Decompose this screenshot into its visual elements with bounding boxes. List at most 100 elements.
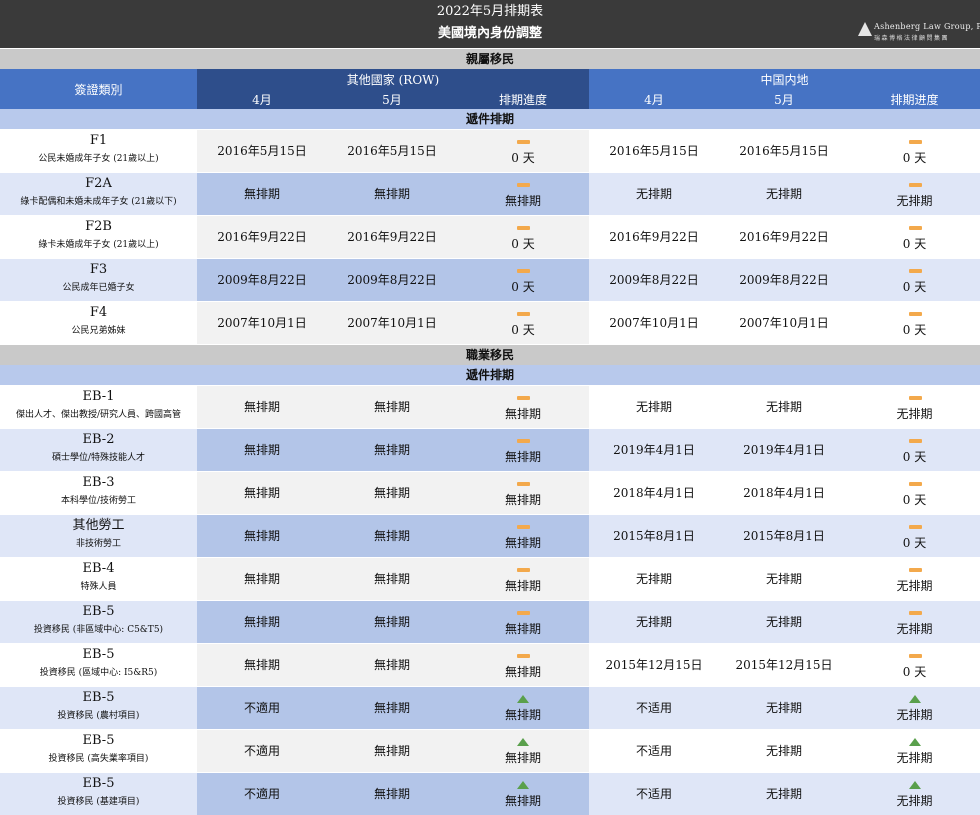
dash-icon bbox=[908, 439, 922, 443]
row-progress-text: 無排期 bbox=[504, 450, 541, 464]
cn-progress: 0 天 bbox=[849, 429, 980, 471]
row-may-value: 2016年9月22日 bbox=[347, 230, 437, 244]
visa-code: F2B bbox=[85, 219, 112, 234]
row-apr-value: 無排期 bbox=[243, 400, 280, 414]
cn-month2-label: 5月 bbox=[774, 93, 794, 107]
cn-progress: 无排期 bbox=[849, 386, 980, 428]
cn-apr-value: 2016年5月15日 bbox=[609, 144, 699, 158]
cn-group-label: 中国内地 bbox=[760, 73, 809, 87]
row-cells: 不適用 無排期 無排期 bbox=[197, 687, 589, 729]
visa-cell: F4 公民兄弟姊妹 bbox=[0, 302, 197, 344]
row-may-value: 無排期 bbox=[373, 658, 410, 672]
row-progress: 無排期 bbox=[457, 773, 589, 815]
visa-cell: EB-5 投資移民 (農村項目) bbox=[0, 687, 197, 729]
visa-cell: F2A 綠卡配偶和未婚未成年子女 (21歲以下) bbox=[0, 173, 197, 215]
row-progress-text: 無排期 bbox=[504, 708, 541, 722]
cn-progress: 0 天 bbox=[849, 472, 980, 514]
cn-progress-text: 无排期 bbox=[896, 708, 933, 722]
cn-apr-value: 无排期 bbox=[635, 615, 672, 629]
row-may-value: 無排期 bbox=[373, 615, 410, 629]
row-progress-text: 0 天 bbox=[511, 237, 535, 251]
cn-progress: 无排期 bbox=[849, 730, 980, 772]
visa-code: 其他勞工 bbox=[72, 518, 125, 533]
cn-may-value: 无排期 bbox=[765, 400, 802, 414]
visa-description: 投資移民 (非區域中心: C5&T5) bbox=[33, 625, 164, 635]
table-row: EB-5 投資移民 (農村項目) 不適用 無排期 無排期 不适用 无排期 无排期 bbox=[0, 686, 980, 729]
visa-cell: F2B 綠卡未婚成年子女 (21歲以上) bbox=[0, 216, 197, 258]
table-row: EB-4 特殊人員 無排期 無排期 無排期 无排期 无排期 无排期 bbox=[0, 557, 980, 600]
row-progress: 0 天 bbox=[457, 130, 589, 172]
cn-may-value: 2015年8月1日 bbox=[743, 529, 825, 543]
row-apr-value: 2016年9月22日 bbox=[217, 230, 307, 244]
row-progress: 0 天 bbox=[457, 216, 589, 258]
cn-cells: 2015年8月1日 2015年8月1日 0 天 bbox=[589, 515, 980, 557]
table-row: EB-5 投資移民 (高失業率項目) 不適用 無排期 無排期 不适用 无排期 无… bbox=[0, 729, 980, 772]
visa-code: EB-5 bbox=[82, 604, 115, 619]
visa-description: 綠卡配偶和未婚未成年子女 (21歲以下) bbox=[20, 197, 177, 207]
cn-progress-text: 无排期 bbox=[896, 579, 933, 593]
cn-cells: 2019年4月1日 2019年4月1日 0 天 bbox=[589, 429, 980, 471]
row-group-label: 其他國家 (ROW) bbox=[346, 73, 440, 87]
visa-cell: 其他勞工 非技術勞工 bbox=[0, 515, 197, 557]
column-group-row: 其他國家 (ROW) 4月 5月 排期進度 bbox=[197, 69, 589, 109]
dash-icon bbox=[517, 269, 530, 273]
header-bar: 2022年5月排期表 美國境內身份調整 Ashenberg Law Group,… bbox=[0, 0, 980, 48]
row-cells: 2016年9月22日 2016年9月22日 0 天 bbox=[197, 216, 589, 258]
cn-progress: 0 天 bbox=[849, 302, 980, 344]
cn-progress-text: 0 天 bbox=[902, 536, 927, 550]
row-may-value: 無排期 bbox=[373, 486, 410, 500]
table-row: EB-2 碩士學位/特殊技能人才 無排期 無排期 無排期 2019年4月1日 2… bbox=[0, 428, 980, 471]
row-progress: 無排期 bbox=[457, 601, 589, 643]
cn-apr-value: 2007年10月1日 bbox=[609, 316, 699, 330]
visa-cell: EB-5 投資移民 (基建項目) bbox=[0, 773, 197, 815]
cn-progress: 无排期 bbox=[849, 173, 980, 215]
cn-may-value: 2016年5月15日 bbox=[739, 144, 829, 158]
row-cells: 無排期 無排期 無排期 bbox=[197, 515, 589, 557]
employment-table-body: EB-1 傑出人才、傑出教授/研究人員、跨國高管 無排期 無排期 無排期 无排期… bbox=[0, 385, 980, 815]
cn-apr-value: 无排期 bbox=[635, 187, 672, 201]
cn-cells: 无排期 无排期 无排期 bbox=[589, 601, 980, 643]
dash-icon bbox=[517, 568, 530, 572]
visa-code: EB-5 bbox=[82, 733, 115, 748]
row-progress: 0 天 bbox=[457, 259, 589, 301]
section-family-title: 親屬移民 bbox=[0, 48, 980, 69]
row-progress-label: 排期進度 bbox=[498, 93, 547, 107]
row-may-value: 無排期 bbox=[373, 572, 410, 586]
row-may-value: 2009年8月22日 bbox=[347, 273, 437, 287]
visa-cell: EB-5 投資移民 (高失業率項目) bbox=[0, 730, 197, 772]
row-may-value: 無排期 bbox=[373, 187, 410, 201]
employment-subheader: 遞件排期 bbox=[0, 365, 980, 385]
cn-apr-value: 不适用 bbox=[635, 787, 672, 801]
logo-triangle-icon bbox=[858, 22, 872, 36]
row-apr-value: 2016年5月15日 bbox=[217, 144, 307, 158]
cn-apr-value: 不适用 bbox=[635, 701, 672, 715]
cn-cells: 2016年5月15日 2016年5月15日 0 天 bbox=[589, 130, 980, 172]
row-may-value: 無排期 bbox=[373, 443, 410, 457]
table-row: F2A 綠卡配偶和未婚未成年子女 (21歲以下) 無排期 無排期 無排期 无排期… bbox=[0, 172, 980, 215]
cn-progress-label: 排期进度 bbox=[890, 93, 939, 107]
dash-icon bbox=[517, 140, 530, 144]
row-apr-value: 無排期 bbox=[243, 658, 280, 672]
row-cells: 無排期 無排期 無排期 bbox=[197, 429, 589, 471]
cn-apr-value: 2009年8月22日 bbox=[609, 273, 699, 287]
table-row: F4 公民兄弟姊妹 2007年10月1日 2007年10月1日 0 天 2007… bbox=[0, 301, 980, 344]
row-cells: 2009年8月22日 2009年8月22日 0 天 bbox=[197, 259, 589, 301]
row-cells: 無排期 無排期 無排期 bbox=[197, 472, 589, 514]
cn-apr-value: 2018年4月1日 bbox=[613, 486, 695, 500]
visa-description: 傑出人才、傑出教授/研究人員、跨國高管 bbox=[15, 410, 182, 420]
visa-description: 投資移民 (高失業率項目) bbox=[48, 754, 149, 764]
row-apr-value: 無排期 bbox=[243, 187, 280, 201]
row-progress: 無排期 bbox=[457, 472, 589, 514]
page-title: 2022年5月排期表 bbox=[436, 4, 544, 19]
row-may-value: 無排期 bbox=[373, 744, 410, 758]
row-cells: 不適用 無排期 無排期 bbox=[197, 730, 589, 772]
row-apr-value: 無排期 bbox=[243, 443, 280, 457]
row-apr-value: 無排期 bbox=[243, 572, 280, 586]
company-logo: Ashenberg Law Group, P.C. 瑞森博格法律顧問集團 bbox=[858, 20, 980, 46]
cn-progress: 无排期 bbox=[849, 687, 980, 729]
visa-cell: EB-4 特殊人員 bbox=[0, 558, 197, 600]
dash-icon bbox=[517, 525, 530, 529]
cn-progress: 0 天 bbox=[849, 216, 980, 258]
row-month2-label: 5月 bbox=[382, 93, 402, 107]
visa-description: 公民成年已婚子女 bbox=[62, 283, 135, 293]
